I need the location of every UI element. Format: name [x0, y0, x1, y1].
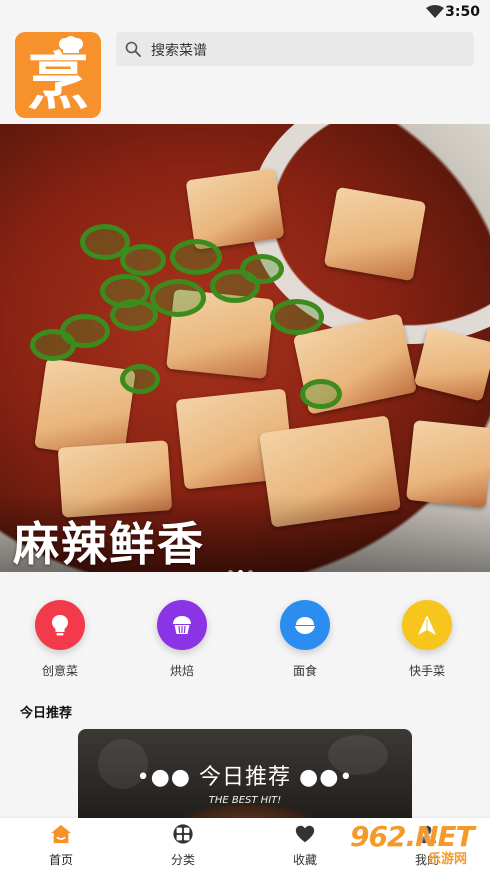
cupcake-icon: [173, 616, 191, 634]
carousel-dot[interactable]: [248, 570, 253, 572]
home-icon: [50, 824, 72, 844]
app-logo[interactable]: 烹: [15, 32, 101, 118]
carousel-indicator: [228, 560, 268, 572]
carousel-dot-active[interactable]: [238, 570, 243, 572]
status-bar: 3:50: [0, 0, 490, 26]
paper-plane-icon: [418, 615, 436, 635]
nav-category[interactable]: 分类: [122, 818, 244, 871]
category-icon-circle: [157, 600, 207, 650]
watermark-sub: 乐游网: [428, 852, 468, 867]
scallion-garnish: [270, 299, 324, 335]
recommend-card-subtitle: THE BEST HIT!: [208, 795, 282, 806]
dots-decoration: ●●•: [291, 765, 354, 790]
search-placeholder: 搜索菜谱: [151, 43, 207, 59]
category-icon-circle: [402, 600, 452, 650]
banner-carousel[interactable]: 麻辣鲜香: [0, 124, 490, 572]
category-label: 创意菜: [41, 664, 78, 678]
tofu-cube: [185, 168, 285, 250]
status-time: 3:50: [445, 4, 480, 20]
header: 烹 搜索菜谱: [0, 26, 490, 124]
banner-caption: 麻辣鲜香: [13, 517, 205, 571]
scallion-garnish: [170, 239, 222, 275]
nav-label: 分类: [170, 853, 195, 867]
dots-decoration: •●●: [136, 765, 199, 790]
nav-label: 首页: [48, 853, 73, 867]
nav-home[interactable]: 首页: [0, 818, 122, 871]
scallion-garnish: [240, 254, 284, 284]
category-icon: [173, 824, 193, 844]
category-label: 面食: [292, 664, 317, 678]
lightbulb-icon: [52, 615, 68, 636]
scallion-garnish: [120, 244, 166, 276]
wifi-icon: [426, 5, 444, 18]
category-label: 烘焙: [169, 664, 194, 678]
category-quick[interactable]: 快手菜: [382, 600, 472, 680]
category-grid: 创意菜 烘焙 面食 快手菜: [0, 582, 490, 682]
nav-favorites[interactable]: 收藏: [244, 818, 366, 871]
recommend-card-title: •●● 今日推荐 ●●•: [78, 759, 412, 791]
category-icon-circle: [35, 600, 85, 650]
watermark-logo: 962.NET: [350, 820, 475, 853]
carousel-dot[interactable]: [228, 570, 233, 572]
logo-glyph: 烹: [26, 45, 89, 118]
search-icon: [125, 41, 141, 57]
category-creative[interactable]: 创意菜: [15, 600, 105, 680]
card-title-text: 今日推荐: [198, 765, 291, 790]
heart-icon: [295, 825, 315, 843]
search-input[interactable]: 搜索菜谱: [116, 32, 474, 66]
section-title-recommend: 今日推荐: [20, 706, 73, 721]
nav-label: 收藏: [292, 853, 317, 867]
category-baking[interactable]: 烘焙: [137, 600, 227, 680]
tofu-cube: [323, 186, 427, 282]
scallion-garnish: [120, 364, 160, 394]
category-noodles[interactable]: 面食: [260, 600, 350, 680]
tofu-cube: [413, 326, 490, 402]
category-icon-circle: [280, 600, 330, 650]
scallion-garnish: [300, 379, 342, 409]
watermark: 962.NET 乐游网: [350, 820, 486, 867]
recommend-card[interactable]: •●● 今日推荐 ●●• THE BEST HIT!: [78, 729, 412, 829]
scallion-garnish: [150, 279, 206, 317]
category-label: 快手菜: [408, 664, 445, 678]
bowl-icon: [295, 617, 315, 634]
scallion-garnish: [60, 314, 110, 348]
scallion-garnish: [110, 299, 158, 331]
